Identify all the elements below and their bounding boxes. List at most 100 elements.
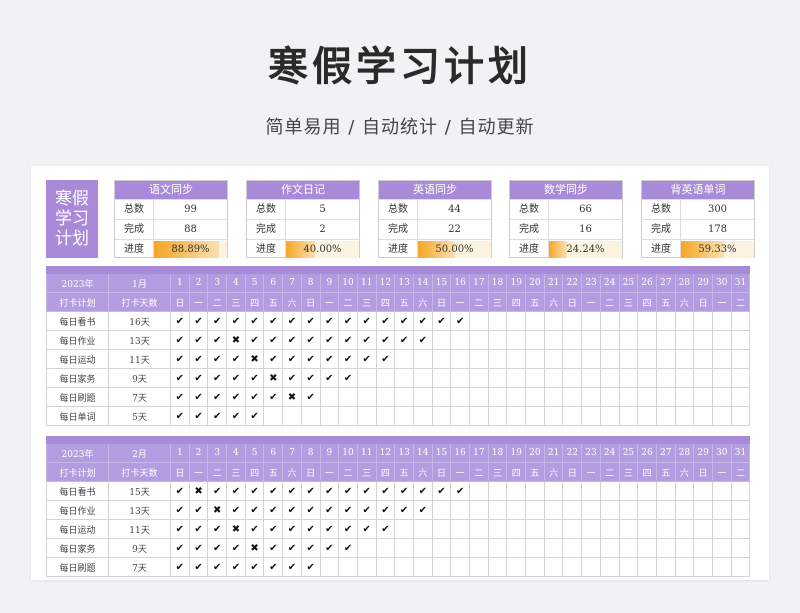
empty-cell[interactable] (543, 387, 564, 407)
empty-cell[interactable] (581, 481, 601, 501)
empty-cell[interactable] (674, 557, 695, 577)
check-mark[interactable]: ✔ (244, 387, 265, 407)
check-mark[interactable]: ✔ (282, 500, 302, 520)
check-mark[interactable]: ✔ (300, 500, 321, 520)
check-mark[interactable]: ✔ (244, 481, 265, 501)
cross-mark[interactable]: ✖ (226, 330, 246, 350)
check-mark[interactable]: ✔ (319, 519, 340, 539)
empty-cell[interactable] (543, 519, 564, 539)
empty-cell[interactable] (525, 387, 545, 407)
empty-cell[interactable] (469, 368, 489, 388)
empty-cell[interactable] (693, 349, 713, 369)
check-mark[interactable]: ✔ (263, 557, 284, 577)
check-mark[interactable]: ✔ (226, 387, 246, 407)
check-mark[interactable]: ✔ (300, 519, 321, 539)
check-mark[interactable]: ✔ (319, 311, 340, 331)
empty-cell[interactable] (637, 387, 657, 407)
empty-cell[interactable] (711, 349, 732, 369)
empty-cell[interactable] (412, 538, 433, 558)
check-mark[interactable]: ✔ (412, 311, 433, 331)
check-mark[interactable]: ✔ (375, 311, 396, 331)
check-mark[interactable]: ✔ (263, 330, 284, 350)
check-mark[interactable]: ✔ (207, 311, 228, 331)
empty-cell[interactable] (562, 557, 583, 577)
empty-cell[interactable] (655, 349, 676, 369)
empty-cell[interactable] (655, 406, 676, 426)
empty-cell[interactable] (674, 330, 695, 350)
empty-cell[interactable] (506, 519, 527, 539)
empty-cell[interactable] (674, 387, 695, 407)
empty-cell[interactable] (618, 311, 639, 331)
empty-cell[interactable] (543, 349, 564, 369)
empty-cell[interactable] (730, 330, 751, 350)
check-mark[interactable]: ✔ (356, 311, 377, 331)
empty-cell[interactable] (525, 311, 545, 331)
empty-cell[interactable] (655, 538, 676, 558)
cross-mark[interactable]: ✖ (226, 519, 246, 539)
empty-cell[interactable] (581, 311, 601, 331)
empty-cell[interactable] (394, 538, 414, 558)
empty-cell[interactable] (711, 311, 732, 331)
check-mark[interactable]: ✔ (226, 368, 246, 388)
check-mark[interactable]: ✔ (170, 368, 190, 388)
empty-cell[interactable] (412, 406, 433, 426)
empty-cell[interactable] (487, 368, 508, 388)
check-mark[interactable]: ✔ (300, 311, 321, 331)
empty-cell[interactable] (711, 519, 732, 539)
check-mark[interactable]: ✔ (263, 500, 284, 520)
empty-cell[interactable] (506, 557, 527, 577)
empty-cell[interactable] (618, 557, 639, 577)
empty-cell[interactable] (562, 311, 583, 331)
empty-cell[interactable] (356, 368, 377, 388)
check-mark[interactable]: ✔ (300, 481, 321, 501)
cross-mark[interactable]: ✖ (207, 500, 228, 520)
empty-cell[interactable] (487, 481, 508, 501)
empty-cell[interactable] (599, 387, 620, 407)
check-mark[interactable]: ✔ (356, 500, 377, 520)
empty-cell[interactable] (506, 311, 527, 331)
empty-cell[interactable] (412, 557, 433, 577)
empty-cell[interactable] (412, 387, 433, 407)
check-mark[interactable]: ✔ (338, 330, 358, 350)
empty-cell[interactable] (711, 538, 732, 558)
empty-cell[interactable] (562, 406, 583, 426)
empty-cell[interactable] (263, 406, 284, 426)
empty-cell[interactable] (469, 406, 489, 426)
empty-cell[interactable] (394, 519, 414, 539)
check-mark[interactable]: ✔ (338, 500, 358, 520)
check-mark[interactable]: ✔ (244, 500, 265, 520)
empty-cell[interactable] (711, 387, 732, 407)
check-mark[interactable]: ✔ (282, 311, 302, 331)
empty-cell[interactable] (599, 538, 620, 558)
check-mark[interactable]: ✔ (375, 519, 396, 539)
empty-cell[interactable] (543, 406, 564, 426)
check-mark[interactable]: ✔ (450, 481, 470, 501)
check-mark[interactable]: ✔ (207, 557, 228, 577)
empty-cell[interactable] (487, 387, 508, 407)
empty-cell[interactable] (431, 368, 452, 388)
empty-cell[interactable] (506, 387, 527, 407)
check-mark[interactable]: ✔ (170, 557, 190, 577)
check-mark[interactable]: ✔ (226, 538, 246, 558)
empty-cell[interactable] (375, 557, 396, 577)
empty-cell[interactable] (338, 406, 358, 426)
empty-cell[interactable] (412, 349, 433, 369)
empty-cell[interactable] (562, 538, 583, 558)
empty-cell[interactable] (450, 500, 470, 520)
check-mark[interactable]: ✔ (188, 311, 209, 331)
empty-cell[interactable] (674, 349, 695, 369)
empty-cell[interactable] (543, 557, 564, 577)
empty-cell[interactable] (637, 519, 657, 539)
empty-cell[interactable] (525, 406, 545, 426)
check-mark[interactable]: ✔ (300, 387, 321, 407)
empty-cell[interactable] (375, 538, 396, 558)
empty-cell[interactable] (450, 538, 470, 558)
empty-cell[interactable] (487, 406, 508, 426)
empty-cell[interactable] (655, 311, 676, 331)
empty-cell[interactable] (431, 557, 452, 577)
empty-cell[interactable] (543, 500, 564, 520)
check-mark[interactable]: ✔ (170, 349, 190, 369)
empty-cell[interactable] (599, 330, 620, 350)
check-mark[interactable]: ✔ (170, 538, 190, 558)
check-mark[interactable]: ✔ (207, 519, 228, 539)
